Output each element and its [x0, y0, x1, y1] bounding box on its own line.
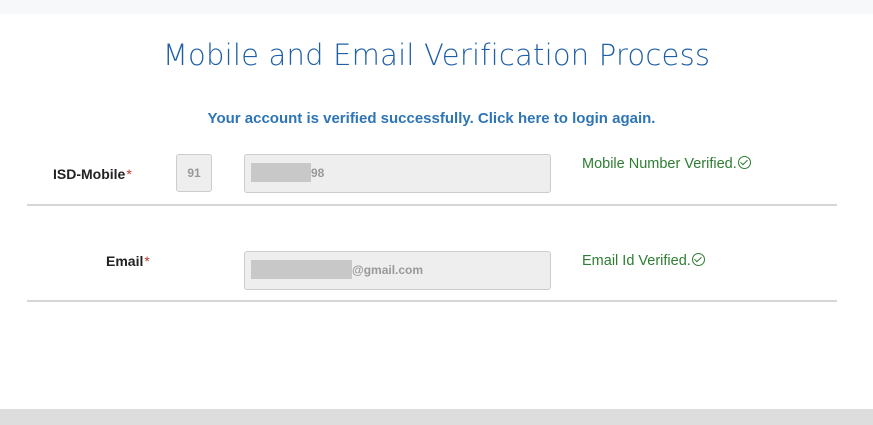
page-title: Mobile and Email Verification Process	[162, 38, 711, 72]
login-again-link[interactable]: Your account is verified successfully. C…	[0, 110, 863, 127]
mobile-number-field[interactable]: 98	[244, 154, 551, 193]
redacted-block	[251, 163, 311, 183]
mobile-verified-status: Mobile Number Verified.	[582, 156, 751, 172]
top-strip	[0, 0, 873, 14]
isd-code-field[interactable]: 91	[176, 154, 212, 192]
footer-strip	[0, 409, 873, 425]
isd-mobile-label: ISD-Mobile*	[53, 166, 132, 182]
redacted-block	[251, 260, 352, 280]
email-suffix: @gmail.com	[352, 263, 424, 277]
email-verified-text: Email Id Verified.	[582, 253, 691, 269]
check-circle-icon	[737, 156, 751, 169]
required-mark: *	[126, 166, 132, 182]
email-field[interactable]: @gmail.com	[244, 251, 551, 290]
divider	[27, 300, 837, 302]
email-label-text: Email	[106, 253, 144, 269]
required-mark: *	[144, 253, 150, 269]
isd-mobile-label-text: ISD-Mobile	[53, 166, 126, 182]
divider	[27, 204, 837, 206]
mobile-number-suffix: 98	[311, 166, 325, 180]
email-label: Email*	[106, 253, 150, 269]
check-circle-icon	[691, 253, 705, 266]
email-verified-status: Email Id Verified.	[582, 253, 705, 269]
mobile-verified-text: Mobile Number Verified.	[582, 156, 737, 172]
